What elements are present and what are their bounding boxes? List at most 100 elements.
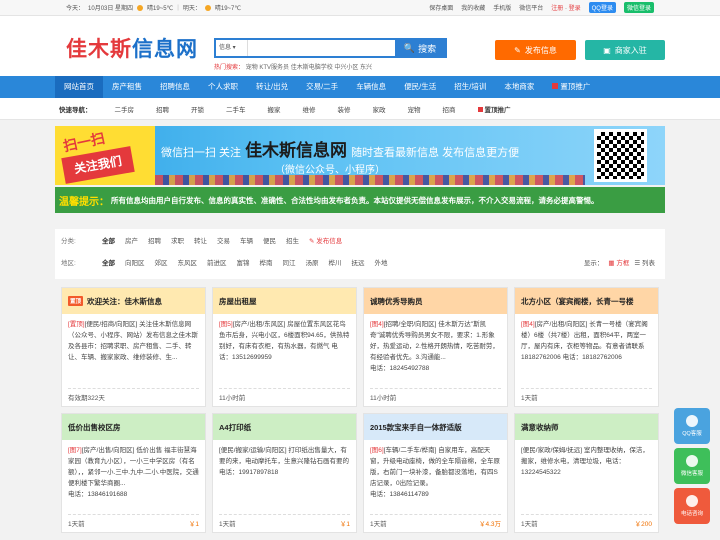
category-vehicles[interactable]: 车辆: [235, 235, 258, 245]
phone-service-button[interactable]: 电话咨询: [674, 488, 710, 524]
area-fuyuan[interactable]: 抚远: [347, 257, 370, 267]
quick-item-used-car[interactable]: 二手车: [215, 104, 257, 114]
area-huanan[interactable]: 桦南: [255, 257, 278, 267]
listing-footer: 1天前 ￥1: [68, 514, 199, 528]
publish-button[interactable]: ✎ 发布信息: [495, 40, 576, 60]
listing-card[interactable]: A4打印纸 [便民/搬家/运输/向阳区] 打印纸出售量大，有要的来，电动摩托车，生…: [212, 413, 357, 533]
listing-card[interactable]: 北方小区（宴宾阁楼，长青一号楼 [图4][房产/出租/向阳区] 长青一号楼（宴宾阁…: [514, 287, 659, 407]
nav-merchants[interactable]: 本地商家: [495, 76, 543, 98]
listing-price: ￥200: [634, 521, 652, 528]
listing-card[interactable]: 置顶 欢迎关注：佳木斯信息 [置顶][便民/招商/向阳区] 关注佳木斯信息网（公众号…: [61, 287, 206, 407]
quick-item-investment[interactable]: 招商: [432, 104, 467, 114]
listing-card[interactable]: 房屋出租屋 [图5][房产/出租/东风区] 房屋位置东风区花鸟鱼市后身，兴电小区，…: [212, 287, 357, 407]
quick-item-decoration[interactable]: 装修: [327, 104, 362, 114]
area-tangyuan[interactable]: 汤原: [301, 257, 324, 267]
merchant-button[interactable]: ▣ 商家入驻: [585, 40, 665, 60]
area-all[interactable]: 全部: [97, 257, 120, 267]
nav-home[interactable]: 网站首页: [55, 76, 103, 98]
area-tongjiang[interactable]: 同江: [278, 257, 301, 267]
category-jobs[interactable]: 招聘: [143, 235, 166, 245]
nav-transfer[interactable]: 转让/出兑: [247, 76, 297, 98]
area-label: 地区:: [61, 260, 76, 267]
listing-price: ￥1: [339, 521, 350, 528]
listing-summary: [图4][招聘/全职/向阳区] 佳木斯万达"斯凯奇"诚聘优秀导购员男女不限，要求…: [364, 314, 507, 378]
nav-training[interactable]: 招生/培训: [445, 76, 495, 98]
quick-item-repair[interactable]: 维修: [292, 104, 327, 114]
listing-footer: 有效期322天: [68, 388, 199, 402]
quick-item-pets[interactable]: 宠物: [397, 104, 432, 114]
sun-icon: [137, 4, 144, 11]
search-button[interactable]: 🔍 搜索: [395, 40, 445, 56]
register-link[interactable]: 注册: [551, 6, 563, 12]
listing-text: [车辆/二手车/桦南] 自家用车，高配天窗，升级电动座椅，做的全车隔音棉，全车原…: [370, 447, 500, 487]
listing-grid: 置顶 欢迎关注：佳木斯信息 [置顶][便民/招商/向阳区] 关注佳木斯信息网（公众号…: [55, 285, 665, 535]
wechat-login-button[interactable]: 微信登录: [623, 2, 654, 13]
area-qianjin[interactable]: 前进区: [202, 257, 232, 267]
link-mobile[interactable]: 手机版: [493, 3, 511, 12]
banner-line-1: 微信扫一扫 关注 佳木斯信息网 随时查看最新信息 发布信息更方便: [161, 136, 519, 161]
nav-promo[interactable]: 置顶推广: [543, 76, 599, 98]
qq-service-button[interactable]: QQ客服: [674, 408, 710, 444]
nav-trade[interactable]: 交易/二手: [297, 76, 347, 98]
city-skyline-graphic: [155, 175, 585, 185]
quick-item-locksmith[interactable]: 开锁: [180, 104, 215, 114]
wechat-banner[interactable]: 扫一扫 关注我们 微信扫一扫 关注 佳木斯信息网 随时查看最新信息 发布信息更方便 …: [55, 126, 665, 185]
wechat-service-button[interactable]: 微信客服: [674, 448, 710, 484]
qq-login-button[interactable]: QQ登录: [588, 2, 616, 13]
listing-card[interactable]: 低价出售校区房 [图7][房产/出售/向阳区] 低价出售 福丰街慧海家园（教育九小…: [61, 413, 206, 533]
quick-item-jobs[interactable]: 招聘: [145, 104, 180, 114]
filter-publish-link[interactable]: ✎ 发布信息: [304, 235, 347, 245]
filter-panel: 分类: 全部 房产 招聘 求职 转让 交易 车辆 便民 招生 ✎ 发布信息 地区…: [55, 229, 665, 279]
link-wechat[interactable]: 微信平台: [519, 3, 543, 12]
category-seeking[interactable]: 求职: [166, 235, 189, 245]
site-logo[interactable]: 佳木斯信息网: [66, 33, 198, 63]
link-save-desktop[interactable]: 保存桌面: [429, 3, 453, 12]
login-link[interactable]: 登录: [569, 6, 581, 12]
quick-item-secondhand-house[interactable]: 二手房: [104, 104, 146, 114]
listing-footer: 1天前 ￥200: [521, 514, 652, 528]
area-other[interactable]: 外地: [370, 257, 393, 267]
area-huachuan[interactable]: 桦川: [324, 257, 347, 267]
area-xiangyang[interactable]: 向阳区: [120, 257, 150, 267]
listing-title-bar[interactable]: 满意收纳师: [515, 414, 658, 440]
listing-title-bar[interactable]: 低价出售校区房: [62, 414, 205, 440]
category-all[interactable]: 全部: [97, 235, 120, 245]
listing-card[interactable]: 2015款宝来手自一体舒适版 [图6][车辆/二手车/桦南] 自家用车，高配天窗，…: [363, 413, 508, 533]
listing-text: [房产/出租/东风区] 房屋位置东风区花鸟鱼市后身，兴电小区，6楼面积94.65…: [219, 321, 350, 361]
listing-title-bar[interactable]: 房屋出租屋: [213, 288, 356, 314]
listing-title-bar[interactable]: A4打印纸: [213, 414, 356, 440]
area-dongfeng[interactable]: 东风区: [173, 257, 203, 267]
nav-vehicles[interactable]: 车辆信息: [347, 76, 395, 98]
list-view-button[interactable]: ☰ 列表: [634, 257, 655, 267]
category-transfer[interactable]: 转让: [189, 235, 212, 245]
category-housing[interactable]: 房产: [120, 235, 143, 245]
area-jiaoqu[interactable]: 郊区: [150, 257, 173, 267]
nav-jobs[interactable]: 招聘信息: [151, 76, 199, 98]
edit-icon: ✎: [309, 238, 315, 245]
listing-image-count: [图6]: [370, 447, 384, 454]
quick-item-moving[interactable]: 搬家: [257, 104, 292, 114]
search-input[interactable]: [248, 40, 395, 56]
nav-housing[interactable]: 房产租售: [103, 76, 151, 98]
listing-title-bar[interactable]: 北方小区（宴宾阁楼，长青一号楼: [515, 288, 658, 314]
search-icon: 🔍: [403, 42, 416, 53]
listing-text: [房产/出售/向阳区] 低价出售 福丰街慧海家园（教育九小区），一小三中学区房（…: [68, 447, 199, 487]
category-services[interactable]: 便民: [258, 235, 281, 245]
category-training[interactable]: 招生: [281, 235, 304, 245]
listing-title-bar[interactable]: 置顶 欢迎关注：佳木斯信息: [62, 288, 205, 314]
quick-item-housekeeping[interactable]: 家政: [362, 104, 397, 114]
hot-search-terms[interactable]: 宠物 KTV服务员 佳木斯电脑学校 中兴小区 东兴: [246, 65, 372, 71]
grid-view-button[interactable]: ▦ 方框: [608, 257, 629, 267]
listing-title-bar[interactable]: 诚聘优秀导购员: [364, 288, 507, 314]
listing-title-bar[interactable]: 2015款宝来手自一体舒适版: [364, 414, 507, 440]
listing-card[interactable]: 满意收纳师 [便民/家政/保姆/抚远] 室内整理收纳，保洁，搬家，维修水电，清理垃…: [514, 413, 659, 533]
nav-job-seeking[interactable]: 个人求职: [199, 76, 247, 98]
listing-card[interactable]: 诚聘优秀导购员 [图4][招聘/全职/向阳区] 佳木斯万达"斯凯奇"诚聘优秀导购员…: [363, 287, 508, 407]
category-trade[interactable]: 交易: [212, 235, 235, 245]
search-category-select[interactable]: 信息 ▾: [216, 40, 248, 56]
nav-services[interactable]: 便民/生活: [395, 76, 445, 98]
quick-item-promo[interactable]: 置顶推广: [467, 104, 522, 114]
link-favorites[interactable]: 我的收藏: [461, 3, 485, 12]
listing-footer: 11小时前: [219, 388, 350, 402]
area-fujin[interactable]: 富锦: [232, 257, 255, 267]
